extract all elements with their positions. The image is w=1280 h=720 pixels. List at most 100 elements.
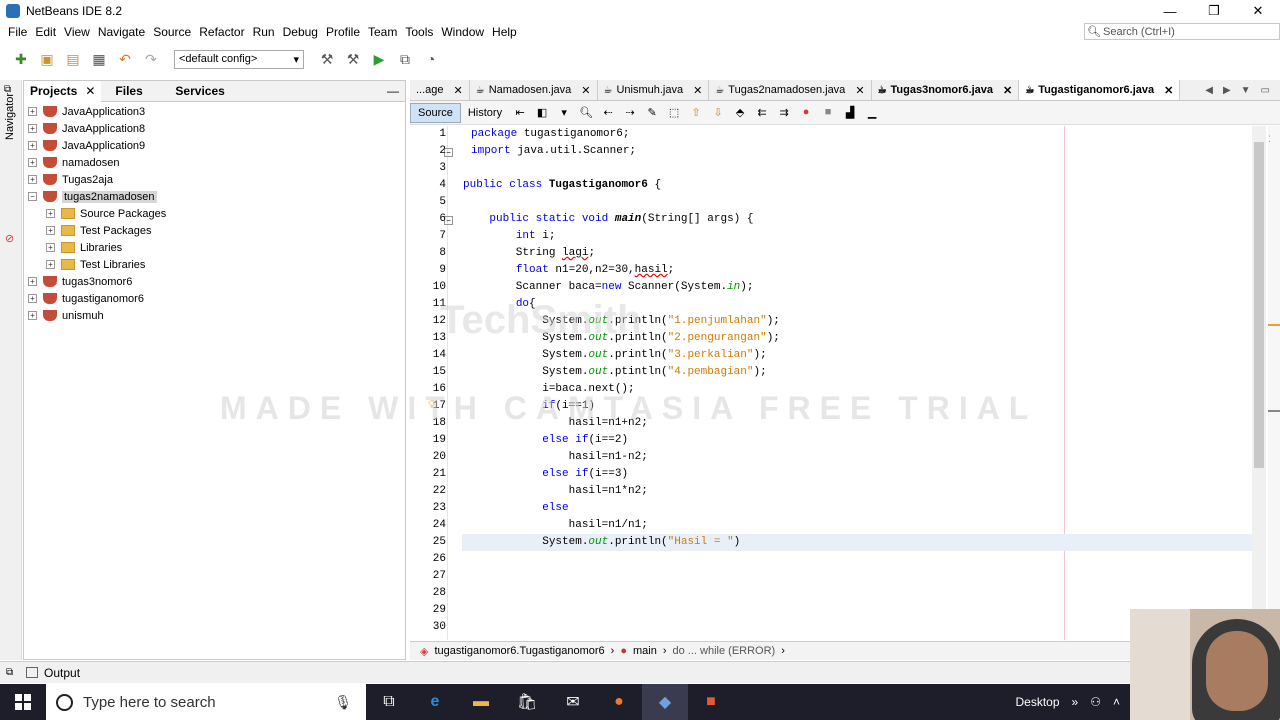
- redo-icon[interactable]: ↷: [140, 48, 162, 70]
- menu-item-view[interactable]: View: [60, 25, 94, 39]
- code-line[interactable]: hasil=n1/n1;: [463, 517, 648, 534]
- restore-window-icon[interactable]: ⧉: [6, 667, 13, 678]
- expand-toggle-icon[interactable]: +: [46, 209, 55, 218]
- expand-toggle-icon[interactable]: +: [28, 158, 37, 167]
- file-explorer-icon[interactable]: ▬: [458, 684, 504, 720]
- code-line[interactable]: System.out.println("Hasil = "): [463, 534, 740, 551]
- build-icon[interactable]: ⚒: [316, 48, 338, 70]
- forward-icon[interactable]: ▾: [556, 106, 572, 120]
- code-line[interactable]: Scanner baca=new Scanner(System.in);: [463, 279, 754, 296]
- taskbar-search-input[interactable]: Type here to search: [83, 694, 216, 711]
- undo-icon[interactable]: ↶: [114, 48, 136, 70]
- tab-files[interactable]: Files: [109, 81, 169, 102]
- breadcrumb-class[interactable]: tugastiganomor6.Tugastiganomor6: [434, 645, 604, 657]
- menu-item-refactor[interactable]: Refactor: [195, 25, 248, 39]
- tree-item[interactable]: + Test Packages: [24, 222, 405, 239]
- new-file-icon[interactable]: ✚: [10, 48, 32, 70]
- tree-item[interactable]: + tugas3nomor6: [24, 273, 405, 290]
- code-line[interactable]: int i;: [463, 228, 556, 245]
- shift-left-icon[interactable]: ⇇: [754, 106, 770, 120]
- taskbar-search[interactable]: Type here to search 🎙︎: [46, 684, 366, 720]
- find-previous-icon[interactable]: ⇠: [600, 106, 616, 120]
- close-tab-icon[interactable]: ✕: [581, 84, 590, 97]
- code-line[interactable]: else if(i==2): [463, 432, 628, 449]
- menu-item-tools[interactable]: Tools: [401, 25, 437, 39]
- editor-tab[interactable]: ...age ✕: [410, 80, 470, 100]
- tab-projects[interactable]: Projects ✕: [24, 80, 102, 102]
- microphone-icon[interactable]: 🎙︎: [334, 694, 352, 711]
- menu-item-source[interactable]: Source: [149, 25, 195, 39]
- vertical-scrollbar[interactable]: [1252, 126, 1266, 640]
- expand-toggle-icon[interactable]: +: [28, 311, 37, 320]
- start-macro-icon[interactable]: ●: [798, 106, 814, 120]
- expand-toggle-icon[interactable]: −: [28, 192, 37, 201]
- expand-toggle-icon[interactable]: +: [28, 107, 37, 116]
- expand-toggle-icon[interactable]: +: [46, 260, 55, 269]
- find-next-icon[interactable]: ⇢: [622, 106, 638, 120]
- menu-item-help[interactable]: Help: [488, 25, 521, 39]
- menu-item-navigate[interactable]: Navigate: [94, 25, 149, 39]
- tree-item[interactable]: + Test Libraries: [24, 256, 405, 273]
- search-input[interactable]: Search (Ctrl+I): [1103, 26, 1175, 38]
- menu-item-debug[interactable]: Debug: [279, 25, 322, 39]
- code-line[interactable]: else if(i==3): [463, 466, 628, 483]
- scroll-right-icon[interactable]: ▶: [1223, 85, 1231, 96]
- task-view-icon[interactable]: ⧉: [366, 684, 412, 720]
- expand-toggle-icon[interactable]: +: [28, 294, 37, 303]
- expand-toggle-icon[interactable]: +: [46, 243, 55, 252]
- annotation-mark[interactable]: ⁚: [1268, 134, 1280, 144]
- error-mark[interactable]: [1268, 410, 1280, 412]
- code-line[interactable]: public class Tugastiganomor6 {: [463, 177, 661, 194]
- menu-item-profile[interactable]: Profile: [322, 25, 364, 39]
- tree-item[interactable]: + Libraries: [24, 239, 405, 256]
- menu-item-team[interactable]: Team: [364, 25, 401, 39]
- mail-icon[interactable]: ✉︎: [550, 684, 596, 720]
- close-tab-icon[interactable]: ✕: [1003, 84, 1012, 97]
- code-line[interactable]: float n1=20,n2=30,hasil;: [463, 262, 674, 279]
- firefox-icon[interactable]: ●: [596, 684, 642, 720]
- tree-item[interactable]: + JavaApplication3: [24, 103, 405, 120]
- editor-tab[interactable]: ☕︎ Tugas3nomor6.java ✕: [872, 80, 1020, 100]
- prev-bookmark-icon[interactable]: ⇧: [688, 106, 704, 120]
- source-view-button[interactable]: Source: [410, 102, 461, 123]
- scrollbar-thumb[interactable]: [1254, 142, 1264, 468]
- navigator-icon[interactable]: ⊘: [5, 232, 14, 245]
- edge-icon[interactable]: e: [412, 684, 458, 720]
- save-all-icon[interactable]: ▦: [88, 48, 110, 70]
- start-button[interactable]: [0, 684, 46, 720]
- tree-item[interactable]: + namadosen: [24, 154, 405, 171]
- warning-mark[interactable]: [1268, 324, 1280, 326]
- tree-item[interactable]: + JavaApplication8: [24, 120, 405, 137]
- tab-services[interactable]: Services: [169, 81, 230, 102]
- profile-icon[interactable]: ◔: [420, 48, 442, 70]
- maximize-icon[interactable]: ▭: [1261, 85, 1270, 96]
- minimize-panel-icon[interactable]: —: [387, 84, 399, 98]
- expand-toggle-icon[interactable]: +: [28, 277, 37, 286]
- breadcrumb-method[interactable]: main: [633, 645, 657, 657]
- comment-icon[interactable]: ▟: [842, 106, 858, 120]
- editor-tab[interactable]: ☕︎ Tugas2namadosen.java ✕: [709, 80, 872, 100]
- tree-item[interactable]: + Source Packages: [24, 205, 405, 222]
- new-project-icon[interactable]: ▣: [36, 48, 58, 70]
- desktop-toolbar[interactable]: Desktop: [1016, 695, 1060, 709]
- code-line[interactable]: System.out.ptintln("4.pembagian");: [463, 364, 766, 381]
- toggle-highlight-icon[interactable]: ✎: [644, 106, 660, 120]
- menu-item-file[interactable]: File: [4, 25, 31, 39]
- code-line[interactable]: System.out.println("3.perkalian");: [463, 347, 766, 364]
- rect-select-icon[interactable]: ⬚: [666, 106, 682, 120]
- back-icon[interactable]: ◧: [534, 106, 550, 120]
- minimize-button[interactable]: —: [1148, 0, 1192, 22]
- uncomment-icon[interactable]: ▁: [864, 106, 880, 120]
- tree-item[interactable]: + JavaApplication9: [24, 137, 405, 154]
- tray-up-icon[interactable]: ˄: [1113, 695, 1120, 709]
- tree-item[interactable]: + Tugas2aja: [24, 171, 405, 188]
- menu-item-run[interactable]: Run: [249, 25, 279, 39]
- code-line[interactable]: String lagi;: [463, 245, 595, 262]
- open-project-icon[interactable]: ▤: [62, 48, 84, 70]
- tree-item[interactable]: + tugastiganomor6: [24, 290, 405, 307]
- expand-toggle-icon[interactable]: +: [46, 226, 55, 235]
- menu-item-edit[interactable]: Edit: [31, 25, 60, 39]
- close-tab-icon[interactable]: ✕: [1164, 84, 1173, 97]
- clean-build-icon[interactable]: ⚒: [342, 48, 364, 70]
- store-icon[interactable]: 🛍︎: [504, 684, 550, 720]
